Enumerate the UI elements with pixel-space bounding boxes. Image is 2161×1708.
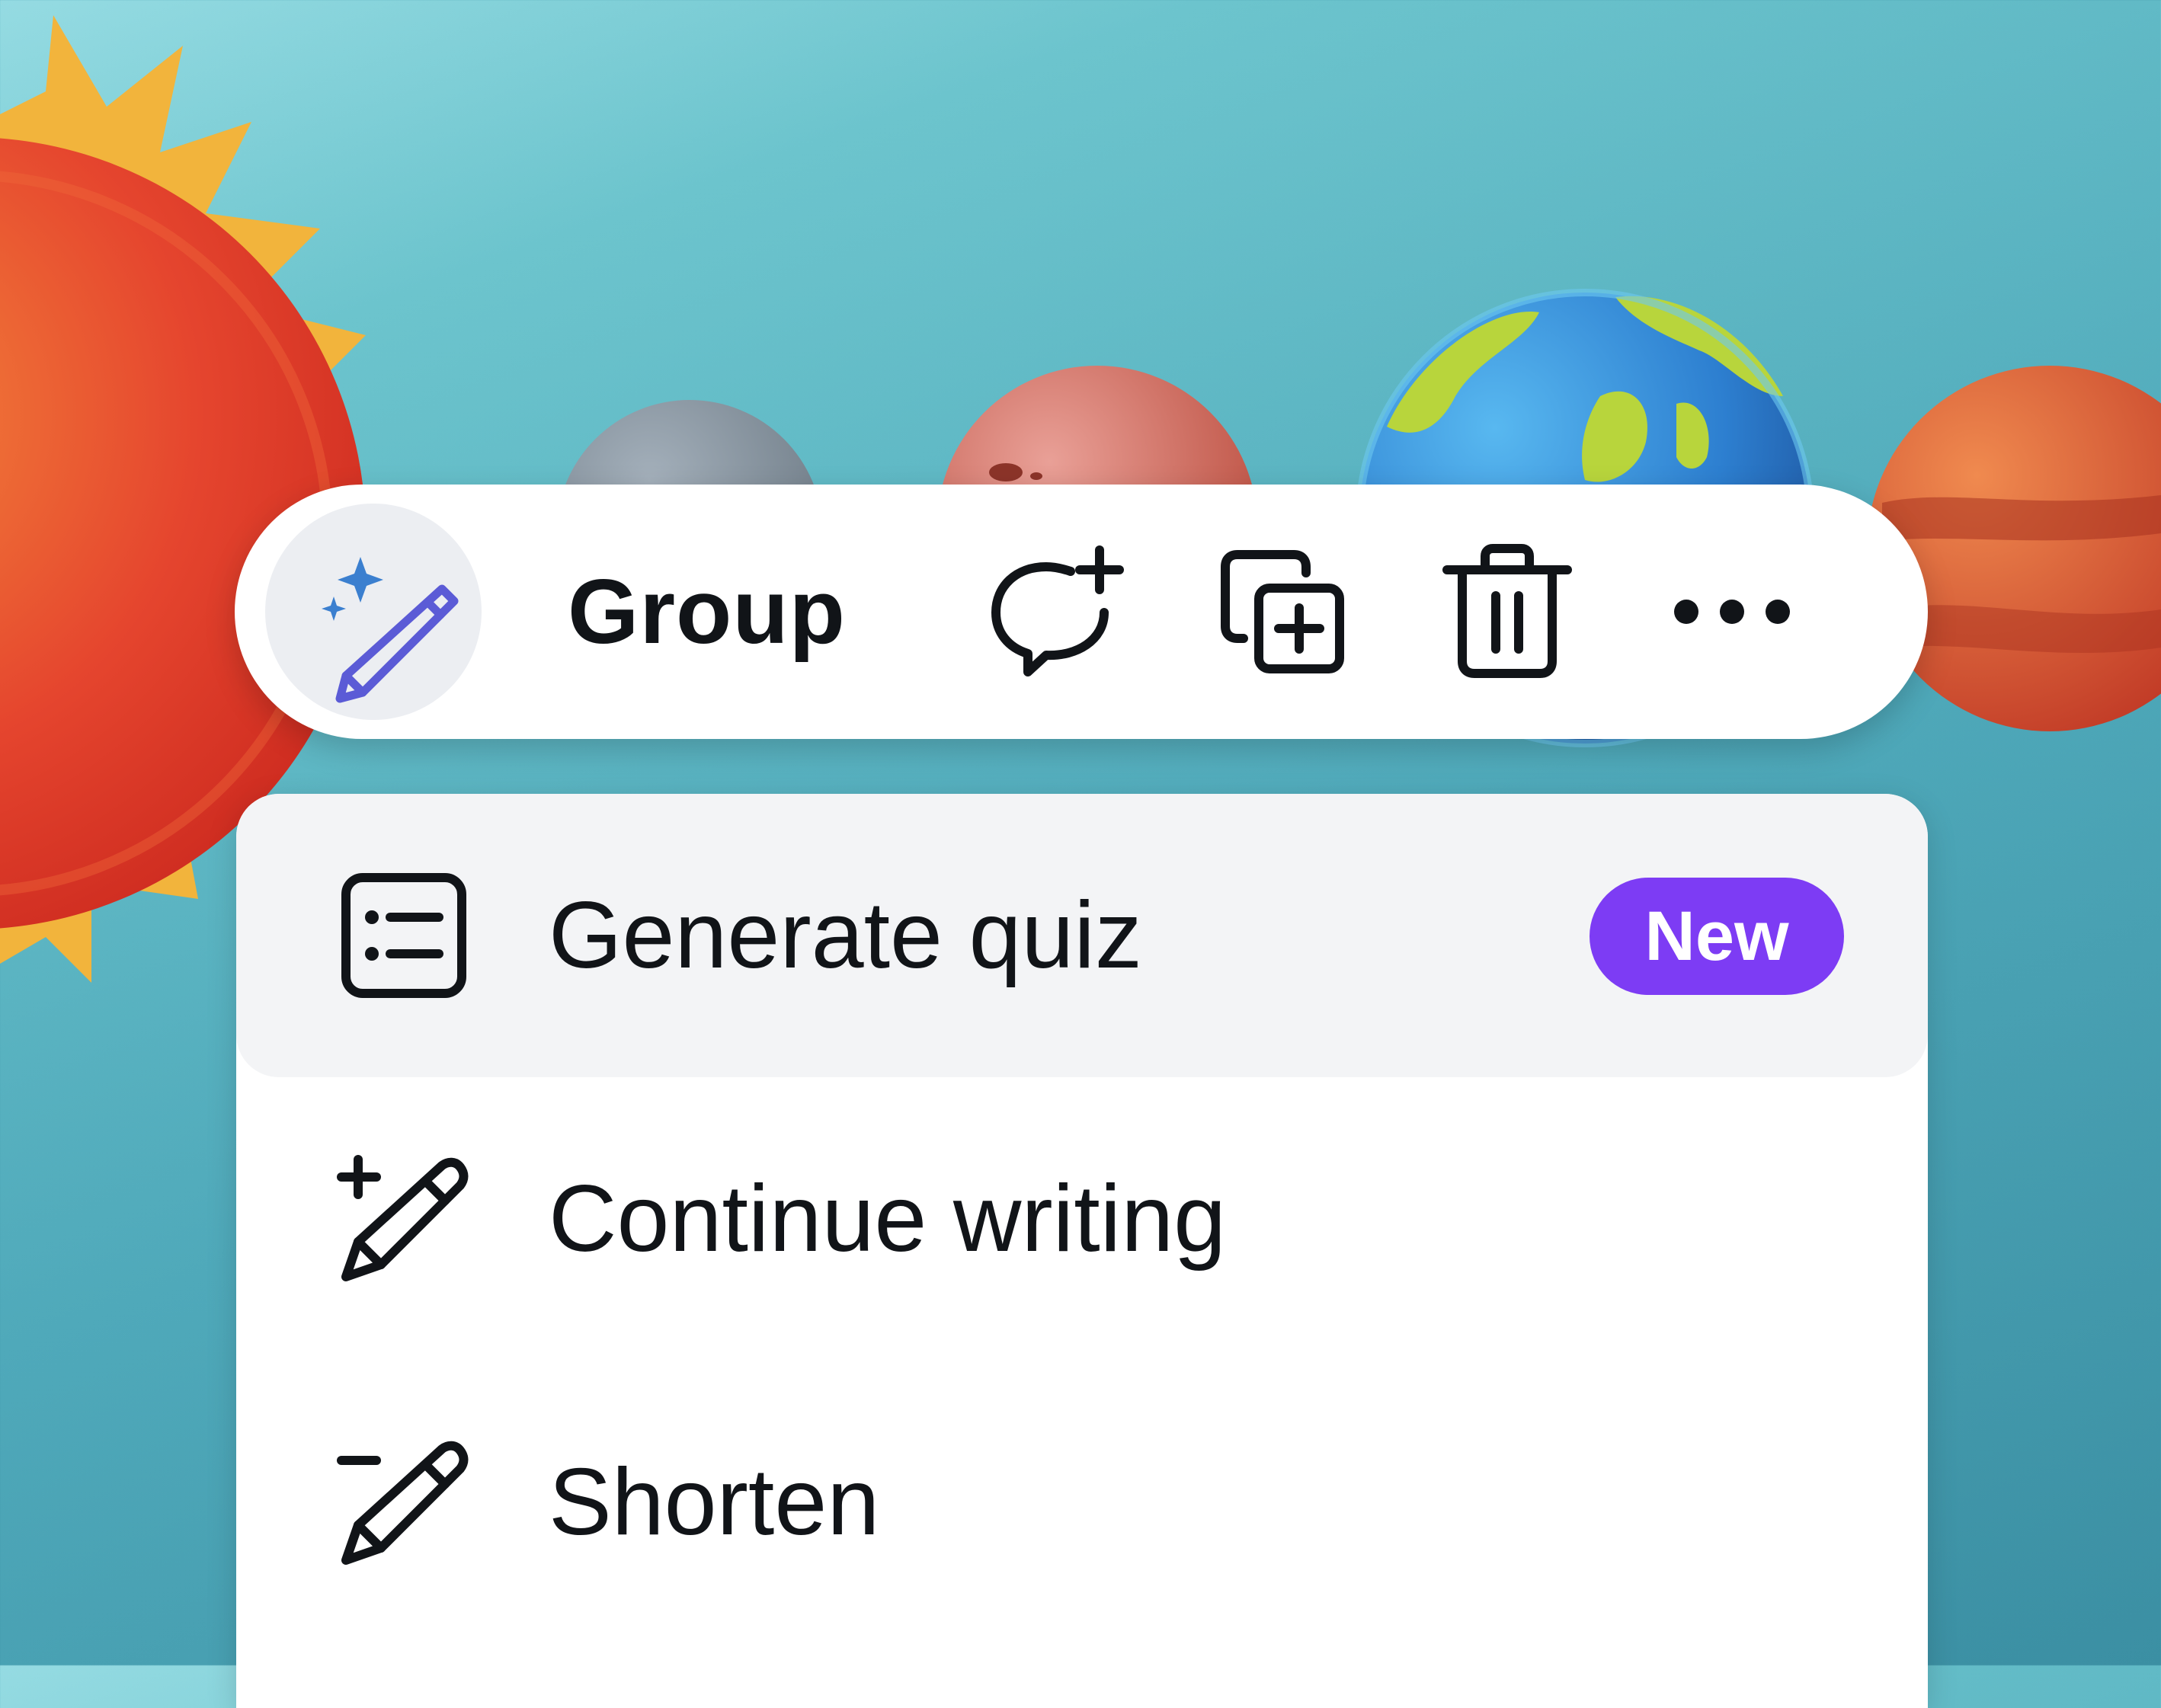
duplicate-icon [1221,550,1344,673]
context-toolbar: Group [235,485,1928,739]
add-comment-button[interactable] [985,539,1130,684]
more-horizontal-icon [1674,600,1790,624]
add-comment-icon [991,545,1124,676]
menu-item-generate-quiz[interactable]: Generate quiz New [236,794,1928,1077]
menu-item-label: Shorten [549,1450,880,1555]
menu-item-label: Generate quiz [549,883,1142,988]
magic-write-button[interactable] [265,504,482,720]
menu-item-continue-writing[interactable]: Continue writing [236,1077,1928,1361]
magic-write-menu: Generate quiz New Continue writing Short… [236,794,1928,1708]
quiz-list-icon [335,867,472,1004]
menu-item-shorten[interactable]: Shorten [236,1361,1928,1644]
duplicate-button[interactable] [1210,539,1355,684]
pencil-plus-icon [335,1150,472,1287]
magic-pencil-icon [322,557,459,703]
menu-item-label: Continue writing [549,1166,1227,1271]
new-badge: New [1590,878,1844,995]
trash-icon [1442,544,1572,678]
pencil-minus-icon [335,1434,472,1571]
more-options-button[interactable] [1660,539,1804,684]
delete-button[interactable] [1435,539,1580,684]
group-button[interactable]: Group [568,561,846,663]
